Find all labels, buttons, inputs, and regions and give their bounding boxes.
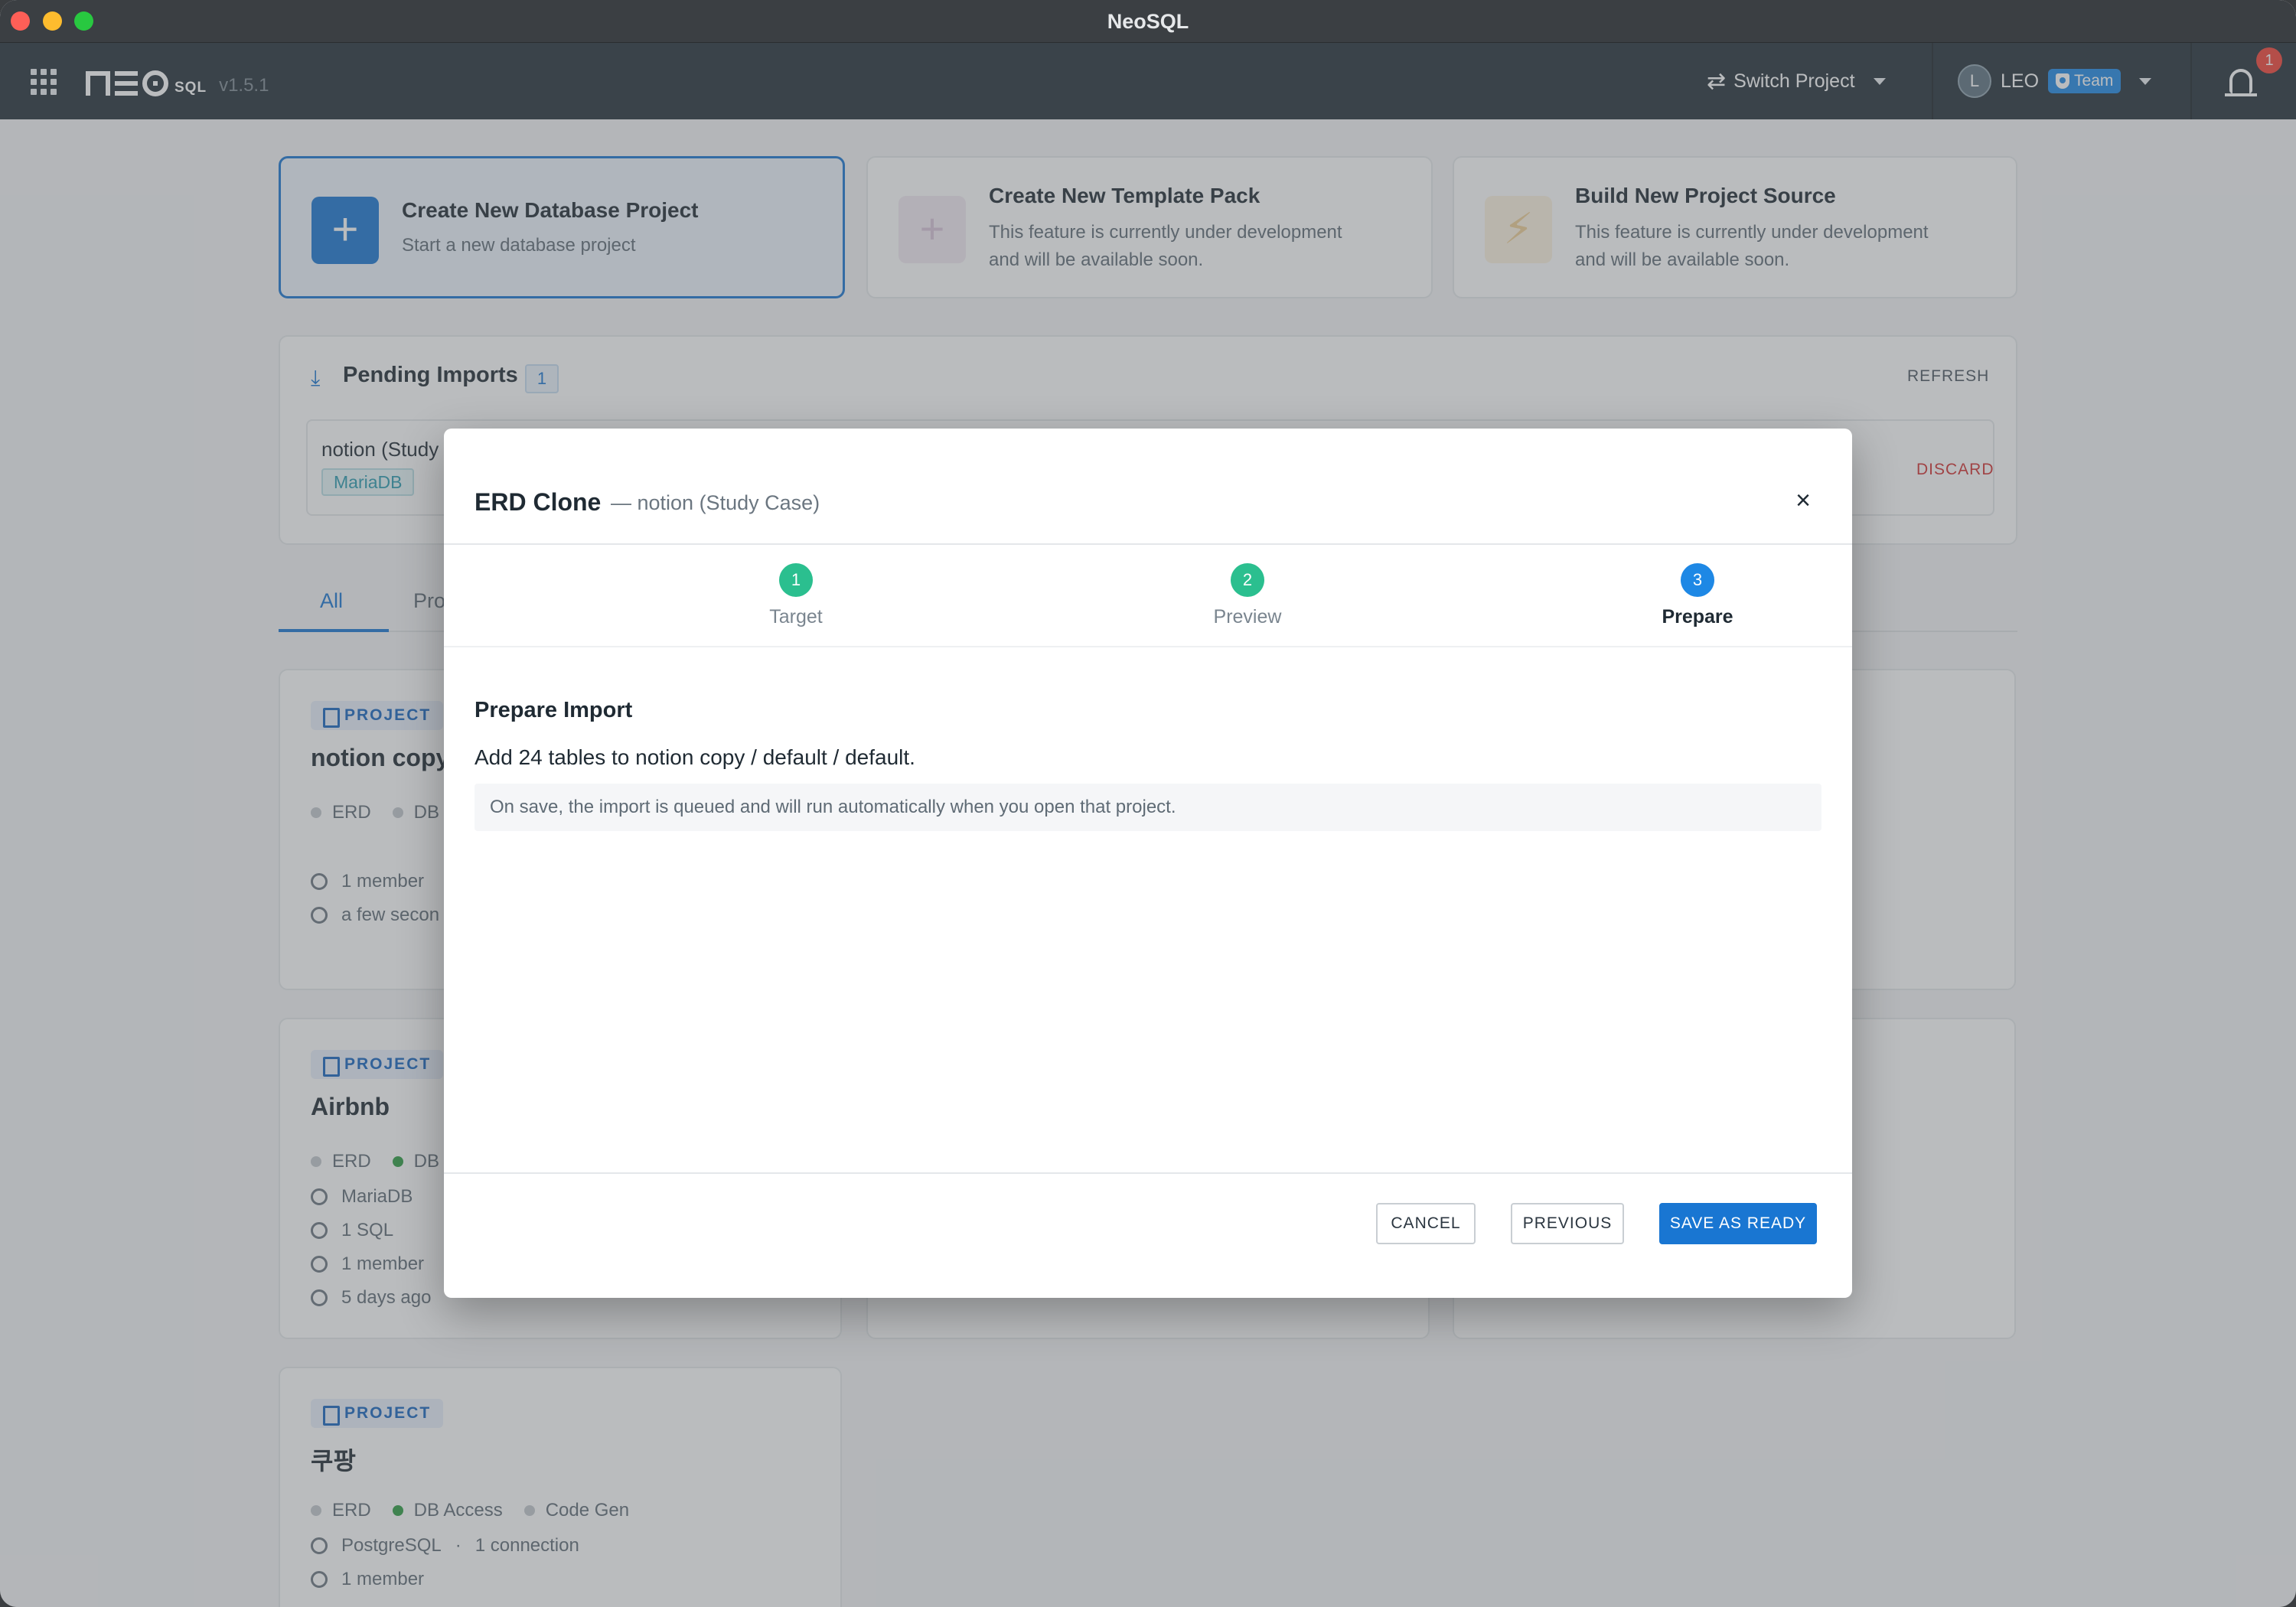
dialog-footer: CANCEL PREVIOUS SAVE AS READY: [444, 1172, 1852, 1298]
step-prepare: 3 Prepare: [1583, 563, 1812, 628]
title-bar: NeoSQL: [0, 0, 2296, 43]
app-window: NeoSQL SQL v1.5.1 ⇄ Switch Project L LEO…: [0, 0, 2296, 1607]
step-label: Preview: [1213, 606, 1282, 627]
stepper: 1 Target 2 Preview 3 Prepare: [444, 545, 1852, 647]
step-preview: 2 Preview: [1133, 563, 1362, 628]
save-as-ready-button[interactable]: SAVE AS READY: [1659, 1203, 1817, 1244]
previous-button[interactable]: PREVIOUS: [1511, 1203, 1624, 1244]
section-title: Prepare Import: [475, 698, 633, 722]
dialog-title: ERD Clone: [475, 488, 602, 516]
dialog-header: ERD Clone — notion (Study Case) ×: [444, 429, 1852, 545]
step-target: 1 Target: [681, 563, 911, 628]
dialog-subtitle: — notion (Study Case): [611, 491, 820, 514]
step-label: Prepare: [1662, 606, 1733, 627]
step-number: 3: [1681, 563, 1714, 597]
import-summary: Add 24 tables to notion copy / default /…: [475, 745, 915, 769]
erd-clone-dialog: ERD Clone — notion (Study Case) × 1 Targ…: [444, 429, 1852, 1298]
info-note: On save, the import is queued and will r…: [475, 784, 1821, 831]
step-label: Target: [769, 606, 823, 627]
step-number: 1: [779, 563, 813, 597]
close-icon[interactable]: ×: [1788, 485, 1818, 516]
window-title: NeoSQL: [1107, 10, 1189, 33]
step-number: 2: [1231, 563, 1264, 597]
cancel-button[interactable]: CANCEL: [1376, 1203, 1476, 1244]
